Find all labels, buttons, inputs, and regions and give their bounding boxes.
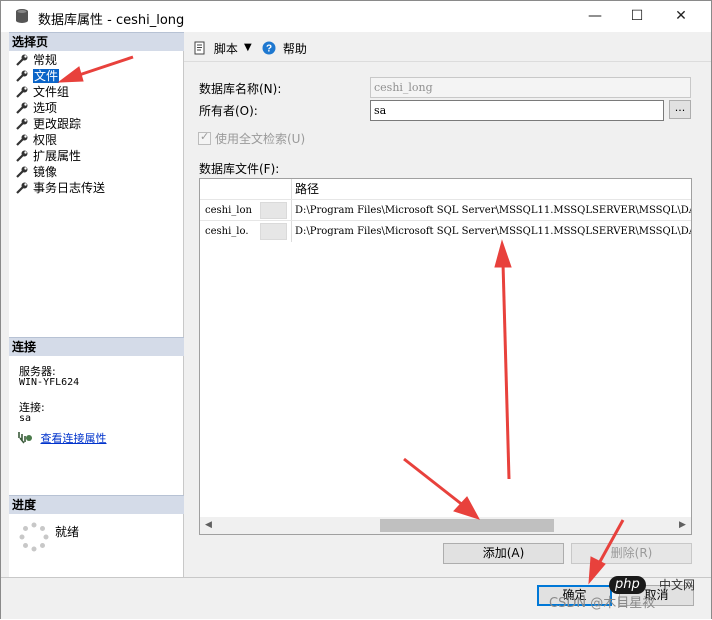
progress-status: 就绪 [55, 525, 80, 539]
page-item-label: 文件 [33, 69, 60, 83]
grid-header-name-cell [200, 179, 292, 199]
connection-header: 连接 [9, 337, 184, 356]
wrench-icon [16, 102, 28, 114]
page-item-label: 扩展属性 [33, 149, 82, 163]
help-label: 帮助 [282, 42, 307, 56]
path-column-header[interactable]: 路径 [293, 180, 319, 197]
script-button[interactable]: 脚本 [193, 40, 238, 57]
wrench-icon [16, 118, 28, 130]
db-name-field: ceshi_long [370, 77, 691, 98]
table-row[interactable]: ceshi_lo. D:\Program Files\Microsoft SQL… [200, 220, 691, 242]
help-icon: ? [262, 41, 276, 55]
left-pane: 选择页 常规 文件 文件组 选项 更改跟踪 权限 扩展属性 镜像 事务日志传送 … [9, 32, 184, 577]
script-label: 脚本 [213, 42, 238, 56]
page-item-filegroups[interactable]: 文件组 [9, 84, 184, 100]
wrench-icon [16, 134, 28, 146]
path-cell[interactable]: D:\Program Files\Microsoft SQL Server\MS… [293, 221, 691, 242]
owner-field[interactable]: sa [370, 100, 664, 121]
database-properties-dialog: 数据库属性 - ceshi_long — ☐ ✕ 选择页 常规 文件 文件组 选… [0, 0, 712, 619]
page-item-label: 镜像 [33, 165, 58, 179]
db-files-grid: 路径 ceshi_lon D:\Program Files\Microsoft … [199, 178, 692, 535]
progress-spinner-icon [19, 522, 49, 552]
wrench-icon [16, 86, 28, 98]
connection-icon [18, 432, 32, 444]
server-value: WIN-YFL624 [19, 377, 80, 388]
path-cell[interactable]: D:\Program Files\Microsoft SQL Server\MS… [293, 200, 691, 221]
fulltext-label: 使用全文检索(U) [215, 132, 306, 146]
fulltext-checkbox: 使用全文检索(U) [198, 130, 305, 147]
cell-ellipsis-button[interactable] [260, 202, 287, 219]
table-row[interactable]: ceshi_lon D:\Program Files\Microsoft SQL… [200, 199, 691, 221]
help-button[interactable]: ? 帮助 [262, 40, 307, 57]
remove-button[interactable]: 删除(R) [571, 543, 692, 564]
owner-browse-button[interactable]: ... [669, 100, 691, 119]
select-page-header: 选择页 [9, 32, 184, 51]
page-item-mirroring[interactable]: 镜像 [9, 164, 184, 180]
svg-text:?: ? [266, 44, 272, 55]
view-connection-properties-label: 查看连接属性 [40, 432, 107, 445]
page-item-general[interactable]: 常规 [9, 52, 184, 68]
db-files-label: 数据库文件(F): [199, 162, 280, 176]
page-item-options[interactable]: 选项 [9, 100, 184, 116]
page-item-label: 权限 [33, 133, 58, 147]
page-item-extended-properties[interactable]: 扩展属性 [9, 148, 184, 164]
scrollbar-thumb[interactable] [380, 519, 554, 532]
toolbar: 脚本 ▼ ? 帮助 [184, 32, 711, 62]
wrench-icon [16, 166, 28, 178]
minimize-button[interactable]: — [572, 1, 618, 32]
title-bar: 数据库属性 - ceshi_long — ☐ ✕ [1, 1, 711, 32]
wrench-icon [16, 150, 28, 162]
page-item-label: 更改跟踪 [33, 117, 82, 131]
page-item-label: 常规 [33, 53, 58, 67]
progress-header: 进度 [9, 495, 184, 514]
right-pane: 脚本 ▼ ? 帮助 数据库名称(N): ceshi_long 所有者(O): s… [184, 32, 711, 577]
page-item-label: 选项 [33, 101, 58, 115]
page-item-label: 文件组 [33, 85, 70, 99]
page-item-label: 事务日志传送 [33, 181, 106, 195]
wrench-icon [16, 70, 28, 82]
page-item-change-tracking[interactable]: 更改跟踪 [9, 116, 184, 132]
owner-label: 所有者(O): [199, 104, 258, 118]
window-title: 数据库属性 - ceshi_long [38, 13, 185, 28]
site-watermark: 中文网 [659, 578, 696, 592]
script-dropdown-icon[interactable]: ▼ [244, 42, 252, 53]
wrench-icon [16, 54, 28, 66]
close-button[interactable]: ✕ [658, 1, 704, 32]
page-item-log-shipping[interactable]: 事务日志传送 [9, 180, 184, 196]
add-button[interactable]: 添加(A) [443, 543, 564, 564]
checkbox-icon [198, 130, 211, 145]
maximize-button[interactable]: ☐ [614, 1, 660, 32]
connect-value: sa [19, 413, 32, 424]
scroll-left-icon[interactable]: ◀ [200, 517, 217, 534]
page-item-files[interactable]: 文件 [9, 68, 184, 84]
horizontal-scrollbar[interactable]: ◀ ▶ [200, 517, 691, 534]
cell-ellipsis-button[interactable] [260, 223, 287, 240]
database-icon [16, 9, 28, 23]
script-icon [194, 41, 205, 55]
page-item-permissions[interactable]: 权限 [9, 132, 184, 148]
page-list: 常规 文件 文件组 选项 更改跟踪 权限 扩展属性 镜像 事务日志传送 [9, 52, 184, 196]
grid-header: 路径 [200, 179, 691, 199]
csdn-watermark: CSDN @木目星衩 [549, 596, 656, 611]
scroll-right-icon[interactable]: ▶ [674, 517, 691, 534]
db-name-label: 数据库名称(N): [199, 82, 282, 96]
wrench-icon [16, 182, 28, 194]
view-connection-properties-link[interactable]: 查看连接属性 [17, 430, 107, 446]
